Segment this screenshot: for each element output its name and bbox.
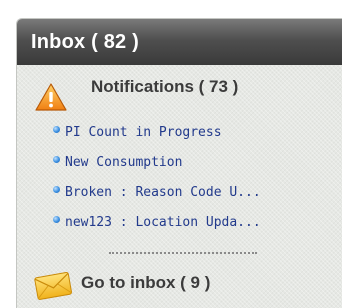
warning-icon bbox=[35, 83, 67, 111]
blue-dot-icon bbox=[53, 216, 60, 223]
inbox-panel: Inbox ( 82 ) Notifications ( 73 ) PI Cou… bbox=[16, 18, 342, 308]
notification-item[interactable]: PI Count in Progress bbox=[53, 121, 261, 151]
notifications-header: Notifications ( 73 ) bbox=[17, 65, 342, 117]
blue-dot-icon bbox=[53, 156, 60, 163]
notification-item[interactable]: New Consumption bbox=[53, 151, 261, 181]
blue-dot-icon bbox=[53, 126, 60, 133]
inbox-panel-body: Notifications ( 73 ) PI Count in Progres… bbox=[17, 65, 342, 308]
notification-item[interactable]: new123 : Location Upda... bbox=[53, 211, 261, 241]
notification-item[interactable]: Broken : Reason Code U... bbox=[53, 181, 261, 211]
notification-item-label: Broken : Reason Code U... bbox=[65, 185, 261, 200]
notifications-list: PI Count in Progress New Consumption Bro… bbox=[53, 121, 261, 241]
go-to-inbox-link[interactable]: Go to inbox ( 9 ) bbox=[17, 261, 342, 307]
notifications-title[interactable]: Notifications ( 73 ) bbox=[91, 77, 238, 97]
notification-item-label: New Consumption bbox=[65, 155, 183, 170]
notification-item-label: PI Count in Progress bbox=[65, 125, 222, 140]
notification-item-label: new123 : Location Upda... bbox=[65, 215, 261, 230]
dotted-divider bbox=[109, 252, 257, 254]
envelope-icon bbox=[34, 272, 73, 300]
inbox-header-title: Inbox ( 82 ) bbox=[17, 19, 342, 65]
blue-dot-icon bbox=[53, 186, 60, 193]
go-to-inbox-label: Go to inbox ( 9 ) bbox=[81, 273, 211, 292]
